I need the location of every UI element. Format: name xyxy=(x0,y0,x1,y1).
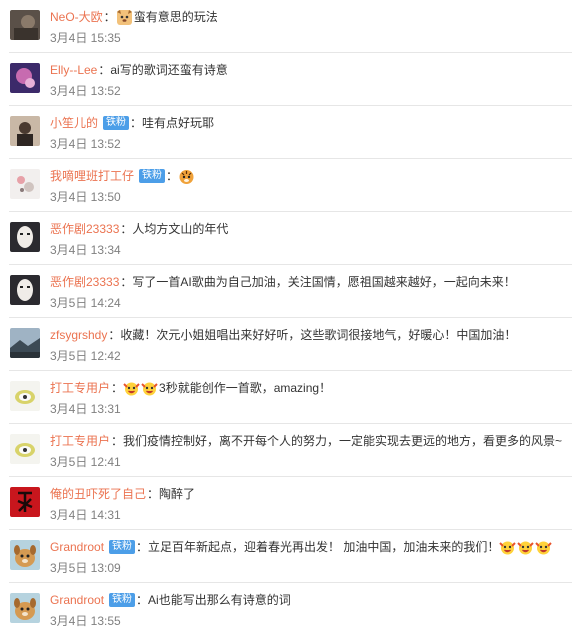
colon: ： xyxy=(108,328,121,342)
avatar[interactable] xyxy=(10,381,40,411)
comment-text: 写了一首AI歌曲为自己加油，关注国情，愿祖国越来越好，一起向未来！ xyxy=(132,275,516,289)
avatar[interactable] xyxy=(10,169,40,199)
comment-line: Elly--Lee： ai写的歌词还蛮有诗意 xyxy=(50,60,228,80)
comment-text: 收藏！次元小姐姐唱出来好好听，这些歌词很接地气，好暖心！中国加油！ xyxy=(120,328,517,342)
comment-text: 人均方文山的年代 xyxy=(132,222,229,236)
comment-item: 打工专用户： 3秒就能创作一首歌，amazing！ 3月4日 13:31 xyxy=(9,371,572,424)
username-link[interactable]: Grandroot xyxy=(50,590,104,610)
comment-item: 恶作剧23333：写了一首AI歌曲为自己加油，关注国情，愿祖国越来越好，一起向未… xyxy=(9,265,572,318)
comment-item: 俺的丑吓死了自己：陶醉了 3月4日 14:31 xyxy=(9,477,572,530)
avatar[interactable] xyxy=(10,63,40,93)
colon: ： xyxy=(120,222,133,236)
avatar[interactable] xyxy=(10,540,40,570)
comment-line: 小笙儿的 铁粉：哇有点好玩耶 xyxy=(50,113,214,133)
avatar[interactable] xyxy=(10,487,40,517)
comment-item: 小笙儿的 铁粉：哇有点好玩耶 3月4日 13:52 xyxy=(9,106,572,159)
comment-time: 3月5日 12:42 xyxy=(50,349,121,363)
avatar[interactable] xyxy=(10,328,40,358)
comment-text: ai写的歌词还蛮有诗意 xyxy=(110,63,228,77)
username-link[interactable]: 我嘀哩班打工仔 xyxy=(50,166,134,186)
username-link[interactable]: zfsygrshdy xyxy=(50,325,107,345)
comment-line: NeO-大欧： 蛮有意思的玩法 xyxy=(50,7,218,27)
comment-list: NeO-大欧：蛮有意思的玩法 3月4日 15:35 Elly--Lee： ai写的歌词… xyxy=(0,0,586,639)
comment-text: 立足百年新起点，迎着春光再出发！ 加油中国，加油未来的我们！ xyxy=(148,540,500,554)
comment-line: Grandroot 铁粉： Ai也能写出那么有诗意的词 xyxy=(50,590,291,610)
comment-time: 3月4日 14:31 xyxy=(50,508,121,522)
username-link[interactable]: Elly--Lee xyxy=(50,60,97,80)
avatar[interactable] xyxy=(10,275,40,305)
comment-text: Ai也能写出那么有诗意的词 xyxy=(148,593,291,607)
dog-emoji-icon xyxy=(116,9,133,26)
fan-badge: 铁粉 xyxy=(109,540,136,554)
cheer-emoji-icon xyxy=(141,380,158,397)
comment-text: 我们疫情控制好，离不开每个人的努力，一定能实现去更远的地方，看更多的风景~ xyxy=(123,434,563,448)
comment-time: 3月4日 13:52 xyxy=(50,84,121,98)
comment-line: 我嘀哩班打工仔 铁粉： xyxy=(50,166,196,186)
cheer-emoji-icon xyxy=(535,539,553,556)
avatar[interactable] xyxy=(10,434,40,464)
tiger-emoji-icon xyxy=(178,168,195,185)
username-link[interactable]: NeO-大欧 xyxy=(50,7,103,27)
comment-time: 3月4日 13:34 xyxy=(50,243,121,257)
avatar[interactable] xyxy=(10,593,40,623)
comment-time: 3月5日 12:41 xyxy=(50,455,121,469)
cheer-emoji-icon xyxy=(499,539,517,556)
comment-line: 恶作剧23333：写了一首AI歌曲为自己加油，关注国情，愿祖国越来越好，一起向未… xyxy=(50,272,516,292)
cheer-emoji-icon xyxy=(517,539,535,556)
comment-line: 俺的丑吓死了自己：陶醉了 xyxy=(50,484,195,504)
comment-line: zfsygrshdy：收藏！次元小姐姐唱出来好好听，这些歌词很接地气，好暖心！中… xyxy=(50,325,516,345)
comment-text: 陶醉了 xyxy=(159,487,196,501)
colon: ： xyxy=(98,63,111,77)
comment-item: 恶作剧23333：人均方文山的年代 3月4日 13:34 xyxy=(9,212,572,265)
comment-text: 3秒就能创作一首歌，amazing！ xyxy=(159,381,332,395)
username-link[interactable]: 恶作剧23333 xyxy=(50,272,119,292)
comment-item: NeO-大欧： 蛮有意思的玩法 3月4日 15:35 xyxy=(9,0,572,53)
comment-time: 3月4日 13:31 xyxy=(50,402,121,416)
comment-line: 打工专用户： 3秒就能创作一首歌，amazing！ xyxy=(50,378,331,398)
avatar[interactable] xyxy=(10,116,40,146)
comment-item: zfsygrshdy：收藏！次元小姐姐唱出来好好听，这些歌词很接地气，好暖心！中… xyxy=(9,318,572,371)
comment-time: 3月5日 13:09 xyxy=(50,561,121,575)
username-link[interactable]: 小笙儿的 xyxy=(50,113,98,133)
comment-item: 打工专用户：我们疫情控制好，离不开每个人的努力，一定能实现去更远的地方，看更多的… xyxy=(9,424,572,477)
colon: ： xyxy=(111,434,124,448)
colon: ： xyxy=(166,169,179,183)
comment-item: Grandroot 铁粉： Ai也能写出那么有诗意的词 3月4日 13:55 xyxy=(9,583,572,636)
colon: ： xyxy=(130,116,143,130)
username-link[interactable]: 恶作剧23333 xyxy=(50,219,119,239)
username-link[interactable]: 俺的丑吓死了自己 xyxy=(50,484,146,504)
comment-line: 打工专用户：我们疫情控制好，离不开每个人的努力，一定能实现去更远的地方，看更多的… xyxy=(50,431,562,451)
comment-time: 3月4日 13:50 xyxy=(50,190,121,204)
comment-time: 3月4日 13:55 xyxy=(50,614,121,628)
colon: ： xyxy=(147,487,160,501)
cheer-emoji-icon xyxy=(123,380,140,397)
comment-line: Grandroot 铁粉：立足百年新起点，迎着春光再出发！ 加油中国，加油未来的我… xyxy=(50,537,553,557)
comment-time: 3月4日 15:35 xyxy=(50,31,121,45)
comment-time: 3月5日 14:24 xyxy=(50,296,121,310)
comment-time: 3月4日 13:52 xyxy=(50,137,121,151)
colon: ： xyxy=(136,540,149,554)
colon: ： xyxy=(136,593,149,607)
colon: ： xyxy=(120,275,133,289)
username-link[interactable]: 打工专用户 xyxy=(50,431,110,451)
comment-item: Grandroot 铁粉：立足百年新起点，迎着春光再出发！ 加油中国，加油未来的我… xyxy=(9,530,572,583)
comment-text: 哇有点好玩耶 xyxy=(142,116,215,130)
fan-badge: 铁粉 xyxy=(109,593,136,607)
fan-badge: 铁粉 xyxy=(103,116,130,130)
avatar[interactable] xyxy=(10,222,40,252)
comment-item: Elly--Lee： ai写的歌词还蛮有诗意 3月4日 13:52 xyxy=(9,53,572,106)
comment-item: 我嘀哩班打工仔 铁粉： 3月4日 13:50 xyxy=(9,159,572,212)
comment-text: 蛮有意思的玩法 xyxy=(133,10,218,24)
username-link[interactable]: 打工专用户 xyxy=(50,378,110,398)
colon: ： xyxy=(103,10,116,24)
colon: ： xyxy=(111,381,124,395)
comment-line: 恶作剧23333：人均方文山的年代 xyxy=(50,219,228,239)
username-link[interactable]: Grandroot xyxy=(50,537,104,557)
fan-badge: 铁粉 xyxy=(139,169,166,183)
avatar[interactable] xyxy=(10,10,40,40)
